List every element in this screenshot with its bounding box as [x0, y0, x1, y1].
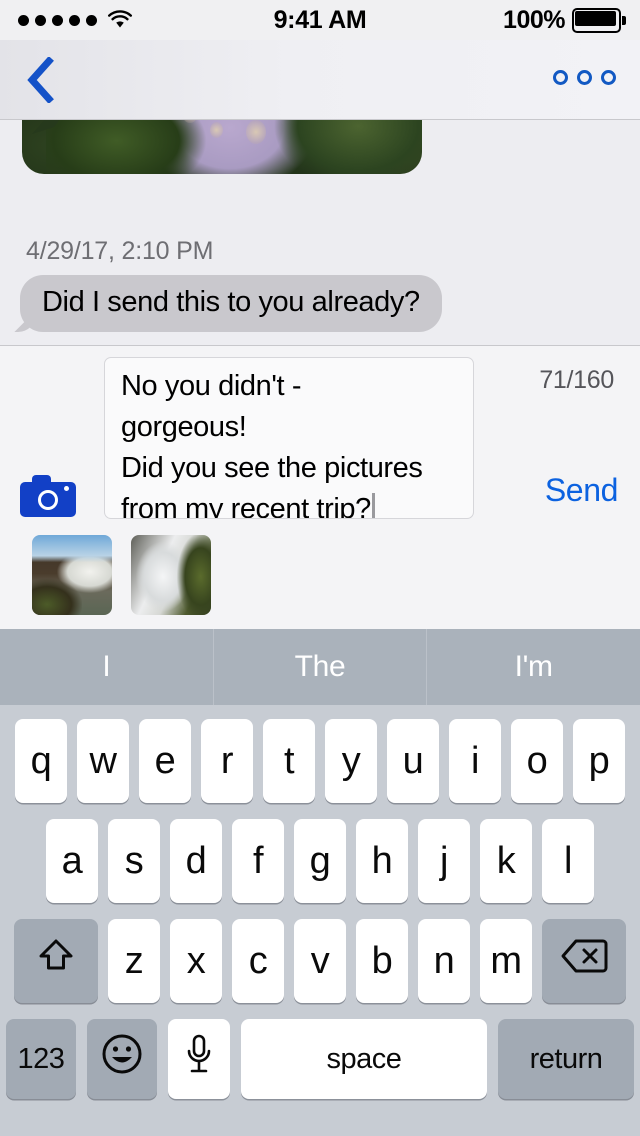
- key-l[interactable]: l: [542, 819, 594, 903]
- key-s[interactable]: s: [108, 819, 160, 903]
- more-options-icon: [601, 70, 616, 85]
- key-c[interactable]: c: [232, 919, 284, 1003]
- key-r[interactable]: r: [201, 719, 253, 803]
- key-v[interactable]: v: [294, 919, 346, 1003]
- space-key[interactable]: space: [241, 1019, 487, 1099]
- suggestion-3[interactable]: I'm: [426, 629, 640, 705]
- character-counter: 71/160: [539, 366, 614, 395]
- more-options-button[interactable]: [545, 60, 624, 95]
- chevron-left-icon: [25, 57, 55, 108]
- keyboard-row-4: 123: [0, 1019, 640, 1099]
- backspace-key[interactable]: [542, 919, 626, 1003]
- key-w[interactable]: w: [77, 719, 129, 803]
- key-h[interactable]: h: [356, 819, 408, 903]
- key-m[interactable]: m: [480, 919, 532, 1003]
- on-screen-keyboard: q w e r t y u i o p a s d f g h j k l: [0, 705, 640, 1136]
- shift-icon: [34, 934, 78, 988]
- camera-button[interactable]: [20, 473, 76, 517]
- conversation-thread[interactable]: 4/29/17, 2:10 PM Did I send this to you …: [0, 119, 640, 345]
- phone-screen: 9:41 AM 100%: [0, 0, 640, 1136]
- key-a[interactable]: a: [46, 819, 98, 903]
- text-cursor: [372, 493, 375, 519]
- microphone-icon: [183, 1032, 215, 1086]
- waterfall-landscape-thumbnail[interactable]: [32, 535, 112, 615]
- key-q[interactable]: q: [15, 719, 67, 803]
- backspace-icon: [560, 938, 608, 984]
- key-t[interactable]: t: [263, 719, 315, 803]
- keyboard-row-1: q w e r t y u i o p: [0, 719, 640, 803]
- send-button[interactable]: Send: [545, 472, 618, 509]
- shift-key[interactable]: [14, 919, 98, 1003]
- incoming-message-bubble[interactable]: Did I send this to you already?: [20, 275, 442, 332]
- battery-full-icon: [572, 8, 626, 33]
- attachment-thumbnails: [32, 535, 211, 615]
- draft-text: No you didn't - gorgeous! Did you see th…: [121, 370, 423, 519]
- key-i[interactable]: i: [449, 719, 501, 803]
- compose-area: No you didn't - gorgeous! Did you see th…: [0, 345, 640, 629]
- back-button[interactable]: [14, 58, 66, 106]
- key-j[interactable]: j: [418, 819, 470, 903]
- key-f[interactable]: f: [232, 819, 284, 903]
- predictive-text-bar: I The I'm: [0, 629, 640, 705]
- silky-waterfall-thumbnail[interactable]: [131, 535, 211, 615]
- return-key[interactable]: return: [498, 1019, 634, 1099]
- more-options-icon: [577, 70, 592, 85]
- key-z[interactable]: z: [108, 919, 160, 1003]
- emoji-icon: [101, 1033, 143, 1085]
- camera-lens: [38, 490, 58, 510]
- navigation-bar: [0, 40, 640, 119]
- camera-flash: [64, 486, 69, 491]
- key-y[interactable]: y: [325, 719, 377, 803]
- numbers-key[interactable]: 123: [6, 1019, 76, 1099]
- key-g[interactable]: g: [294, 819, 346, 903]
- keyboard-row-2: a s d f g h j k l: [0, 819, 640, 903]
- key-o[interactable]: o: [511, 719, 563, 803]
- key-b[interactable]: b: [356, 919, 408, 1003]
- message-timestamp: 4/29/17, 2:10 PM: [26, 237, 213, 266]
- more-options-icon: [553, 70, 568, 85]
- key-u[interactable]: u: [387, 719, 439, 803]
- key-e[interactable]: e: [139, 719, 191, 803]
- key-d[interactable]: d: [170, 819, 222, 903]
- key-p[interactable]: p: [573, 719, 625, 803]
- keyboard-row-3: z x c v b n m: [0, 919, 640, 1003]
- message-text-input[interactable]: No you didn't - gorgeous! Did you see th…: [104, 357, 474, 519]
- photo-message-bubble[interactable]: [22, 119, 422, 174]
- key-k[interactable]: k: [480, 819, 532, 903]
- suggestion-1[interactable]: I: [0, 629, 213, 705]
- key-n[interactable]: n: [418, 919, 470, 1003]
- photo-foliage-left: [46, 119, 222, 174]
- key-x[interactable]: x: [170, 919, 222, 1003]
- status-bar: 9:41 AM 100%: [0, 0, 640, 40]
- battery-percent-label: 100%: [503, 6, 565, 35]
- dictation-key[interactable]: [168, 1019, 230, 1099]
- status-bar-right: 100%: [503, 6, 626, 35]
- suggestion-2[interactable]: The: [213, 629, 427, 705]
- emoji-key[interactable]: [87, 1019, 157, 1099]
- photo-foliage-right: [254, 119, 422, 174]
